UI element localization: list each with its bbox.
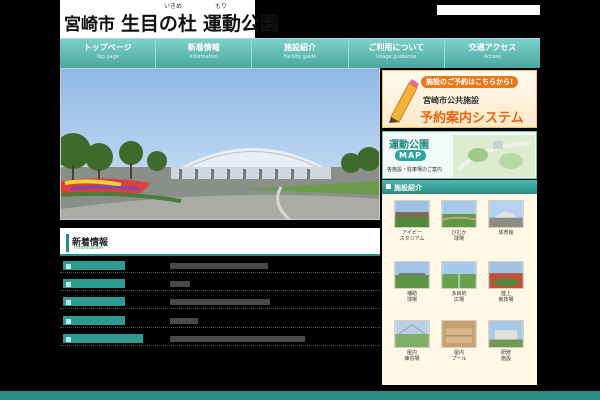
facility-label: 多目的 広場: [451, 291, 467, 303]
facility-item-pool[interactable]: 屋内 プール: [439, 320, 479, 362]
footer-bar: [0, 391, 600, 400]
news-item[interactable]: [60, 314, 380, 328]
header-search-widget[interactable]: [437, 5, 540, 15]
facility-label: 屋内 練習場: [404, 350, 420, 362]
nav-information-sublabel: Information: [189, 54, 219, 60]
reservation-line2: 予約案内システム: [420, 111, 524, 126]
site-header: いきめ もり 宮崎市 生目の杜 運動公園: [60, 0, 279, 38]
baseball-photo: [441, 200, 477, 228]
news-date: [63, 297, 125, 306]
track-photo: [488, 261, 524, 289]
map-description: 各施設・駐車場のご案内: [387, 167, 443, 173]
news-date: [63, 279, 125, 288]
facility-label: 補助 球場: [406, 291, 417, 303]
facility-label: ひむか 球場: [451, 230, 467, 242]
news-link[interactable]: [170, 318, 198, 324]
nav-top-label: トップページ: [83, 43, 132, 52]
facility-item-multipurpose[interactable]: 多目的 広場: [439, 261, 479, 303]
site-title-main: 生目の杜: [120, 13, 197, 35]
pool-photo: [441, 320, 477, 348]
map-badge: MAP: [395, 150, 427, 161]
nav-facility-sublabel: Facility guide: [283, 54, 317, 60]
site-title-rest: 運動公園: [202, 13, 279, 35]
facility-item-indoor-practice[interactable]: 屋内 練習場: [392, 320, 432, 362]
nav-information[interactable]: 新着情報 Information: [156, 39, 253, 68]
nav-top[interactable]: トップページ Top page: [60, 39, 157, 68]
facility-label: 体育館: [498, 230, 514, 236]
site-logo[interactable]: 宮崎市 生目の杜 運動公園: [64, 9, 279, 36]
news-link[interactable]: [170, 281, 190, 287]
news-accent-bar: [66, 234, 69, 252]
facilities-section: 施設紹介 アイビー スタジアム ひむか 球場 体育館 補助 球場 多目的 広場 …: [382, 180, 537, 385]
site-title-city: 宮崎市: [64, 15, 115, 35]
news-item[interactable]: [60, 295, 380, 309]
multipurpose-photo: [441, 261, 477, 289]
nav-top-sublabel: Top page: [96, 54, 119, 60]
indoor-practice-photo: [394, 320, 430, 348]
nav-facility-label: 施設紹介: [284, 43, 316, 52]
facility-item-training[interactable]: 研修 施設: [486, 320, 526, 362]
training-photo: [488, 320, 524, 348]
news-item[interactable]: [60, 332, 380, 346]
facility-item-gym[interactable]: 体育館: [486, 200, 526, 236]
facility-item-track[interactable]: 陸上 競技場: [486, 261, 526, 303]
bullet-icon: [66, 319, 71, 324]
reservation-line1: 宮崎市公共施設: [423, 96, 479, 105]
nav-access[interactable]: 交通アクセス Access: [445, 39, 540, 68]
square-icon: [386, 184, 391, 189]
global-nav: トップページ Top page 新着情報 Information 施設紹介 Fa…: [60, 38, 540, 68]
nav-facility[interactable]: 施設紹介 Facility guide: [252, 39, 349, 68]
facility-label: 陸上 競技場: [498, 291, 514, 303]
sub-field-photo: [394, 261, 430, 289]
gym-photo: [488, 200, 524, 228]
reservation-tag: 施設のご予約はこちらから!: [421, 76, 519, 88]
facility-label: 研修 施設: [500, 350, 511, 362]
hero-photo: [60, 68, 380, 220]
facility-label: アイビー スタジアム: [399, 230, 425, 242]
news-link[interactable]: [170, 336, 305, 342]
nav-usage[interactable]: ご利用について Usage guidance: [349, 39, 445, 68]
news-link[interactable]: [170, 263, 268, 269]
nav-access-sublabel: Access: [483, 54, 501, 60]
news-subtitle: Information: [74, 245, 103, 251]
reservation-banner[interactable]: 施設のご予約はこちらから! 宮崎市公共施設 予約案内システム: [382, 70, 537, 128]
facilities-title: 施設紹介: [394, 184, 422, 192]
facility-label: 屋内 プール: [451, 350, 467, 362]
nav-access-label: 交通アクセス: [468, 43, 517, 52]
facility-item-stadium[interactable]: アイビー スタジアム: [392, 200, 432, 242]
bullet-icon: [66, 337, 71, 342]
map-thumbnail-icon: [453, 135, 535, 177]
news-item[interactable]: [60, 277, 380, 291]
facility-item-sub-field[interactable]: 補助 球場: [392, 261, 432, 303]
bullet-icon: [66, 282, 71, 287]
news-date: [63, 334, 143, 343]
news-date: [63, 316, 125, 325]
news-section: 新着情報 Information: [60, 228, 380, 348]
nav-usage-label: ご利用について: [368, 43, 425, 52]
news-header: 新着情報 Information: [60, 228, 380, 256]
news-link[interactable]: [170, 299, 270, 305]
facility-item-baseball[interactable]: ひむか 球場: [439, 200, 479, 242]
map-title: 運動公園: [389, 140, 429, 151]
nav-usage-sublabel: Usage guidance: [376, 54, 417, 60]
bullet-icon: [66, 264, 71, 269]
facilities-header: 施設紹介: [382, 180, 537, 194]
nav-information-label: 新着情報: [187, 43, 220, 52]
pencil-icon: [389, 79, 419, 123]
news-item[interactable]: [60, 259, 380, 273]
park-map-banner[interactable]: 運動公園 MAP 各施設・駐車場のご案内: [382, 131, 537, 179]
news-date: [63, 261, 125, 270]
stadium-photo: [394, 200, 430, 228]
bullet-icon: [66, 300, 71, 305]
